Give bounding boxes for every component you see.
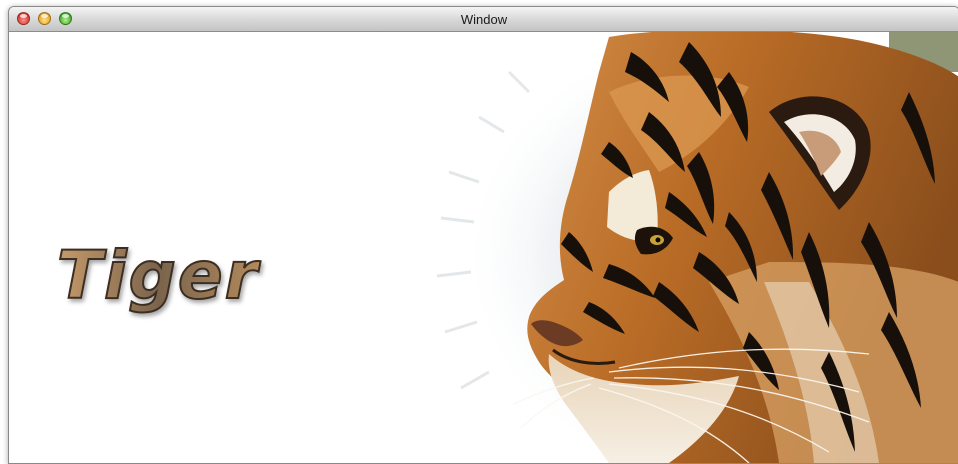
title-bar[interactable]: Window (9, 7, 958, 32)
tiger-wordmark-text: Tiger (57, 237, 261, 314)
window-title: Window (460, 12, 508, 27)
app-window: Window Tiger (8, 6, 958, 464)
tiger-wordmark: Tiger (56, 236, 261, 315)
window-content: Tiger (9, 32, 958, 463)
